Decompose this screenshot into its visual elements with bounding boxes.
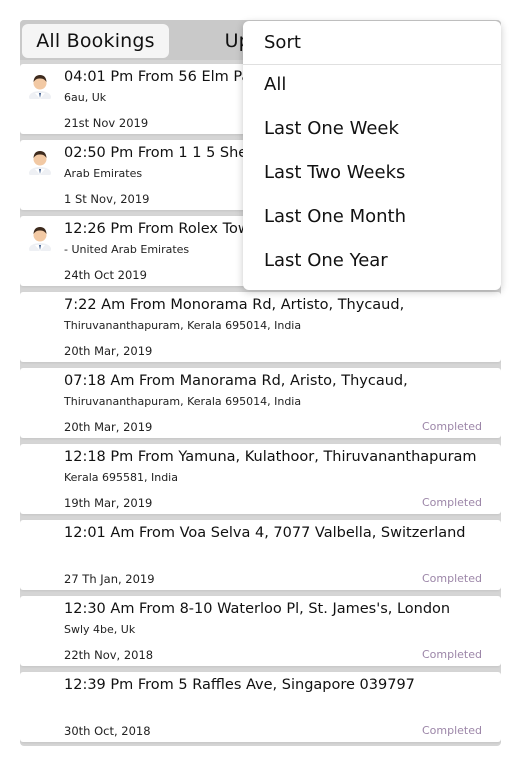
booking-address: 6au, Uk	[64, 91, 107, 104]
booking-address: - United Arab Emirates	[64, 243, 190, 256]
booking-address: Swly 4be, Uk	[64, 623, 136, 636]
sort-option-last-one-month[interactable]: Last One Month	[264, 206, 406, 227]
sort-option-last-two-weeks[interactable]: Last Two Weeks	[264, 162, 405, 183]
driver-avatar-icon	[29, 151, 51, 175]
status-completed-label: Completed	[422, 724, 482, 737]
booking-title: 07:18 Am From Manorama Rd, Aristo, Thyca…	[64, 373, 408, 389]
booking-card[interactable]: 12:30 Am From 8-10 Waterloo Pl, St. Jame…	[20, 596, 501, 666]
sort-dropdown-menu: Sort All Last One Week Last Two Weeks La…	[243, 21, 501, 290]
status-completed-label: Completed	[422, 572, 482, 585]
sort-option-all[interactable]: All	[264, 74, 286, 95]
booking-title: 12:01 Am From Voa Selva 4, 7077 Valbella…	[64, 525, 466, 541]
booking-title: 12:26 Pm From Rolex Town	[64, 221, 259, 237]
booking-card[interactable]: 12:39 Pm From 5 Raffles Ave, Singapore 0…	[20, 672, 501, 742]
status-completed-label: Completed	[422, 648, 482, 661]
booking-date: 20th Mar, 2019	[64, 344, 153, 358]
booking-date: 19th Mar, 2019	[64, 496, 153, 510]
booking-date: 20th Mar, 2019	[64, 420, 153, 434]
booking-card[interactable]: 7:22 Am From Monorama Rd, Artisto, Thyca…	[20, 292, 501, 362]
booking-card[interactable]: 07:18 Am From Manorama Rd, Aristo, Thyca…	[20, 368, 501, 438]
sort-option-last-one-week[interactable]: Last One Week	[264, 118, 399, 139]
booking-date: 1 St Nov, 2019	[64, 192, 150, 206]
booking-address: Kerala 695581, India	[64, 471, 178, 484]
booking-date: 27 Th Jan, 2019	[64, 572, 155, 586]
booking-title: 04:01 Pm From 56 Elm Par	[64, 69, 257, 85]
booking-title: 12:30 Am From 8-10 Waterloo Pl, St. Jame…	[64, 601, 451, 617]
sort-option-last-one-year[interactable]: Last One Year	[264, 250, 388, 271]
driver-avatar-icon	[29, 227, 51, 251]
booking-date: 22th Nov, 2018	[64, 648, 154, 662]
booking-title: 7:22 Am From Monorama Rd, Artisto, Thyca…	[64, 297, 405, 313]
booking-address: Thiruvananthapuram, Kerala 695014, India	[64, 395, 302, 408]
booking-address: Thiruvananthapuram, Kerala 695014, India	[64, 319, 302, 332]
driver-avatar-icon	[29, 75, 51, 99]
booking-date: 24th Oct 2019	[64, 268, 147, 282]
booking-card[interactable]: 12:01 Am From Voa Selva 4, 7077 Valbella…	[20, 520, 501, 590]
booking-title: 12:18 Pm From Yamuna, Kulathoor, Thiruva…	[64, 449, 477, 465]
booking-card[interactable]: 12:18 Pm From Yamuna, Kulathoor, Thiruva…	[20, 444, 501, 514]
booking-date: 30th Oct, 2018	[64, 724, 151, 738]
status-completed-label: Completed	[422, 420, 482, 433]
booking-date: 21st Nov 2019	[64, 116, 149, 130]
booking-title: 02:50 Pm From 1 1 5 Sheikh	[64, 145, 269, 161]
sort-menu-header: Sort	[243, 21, 501, 65]
booking-title: 12:39 Pm From 5 Raffles Ave, Singapore 0…	[64, 677, 415, 693]
status-completed-label: Completed	[422, 496, 482, 509]
tab-all-bookings[interactable]: All Bookings	[22, 24, 169, 58]
booking-address: Arab Emirates	[64, 167, 143, 180]
